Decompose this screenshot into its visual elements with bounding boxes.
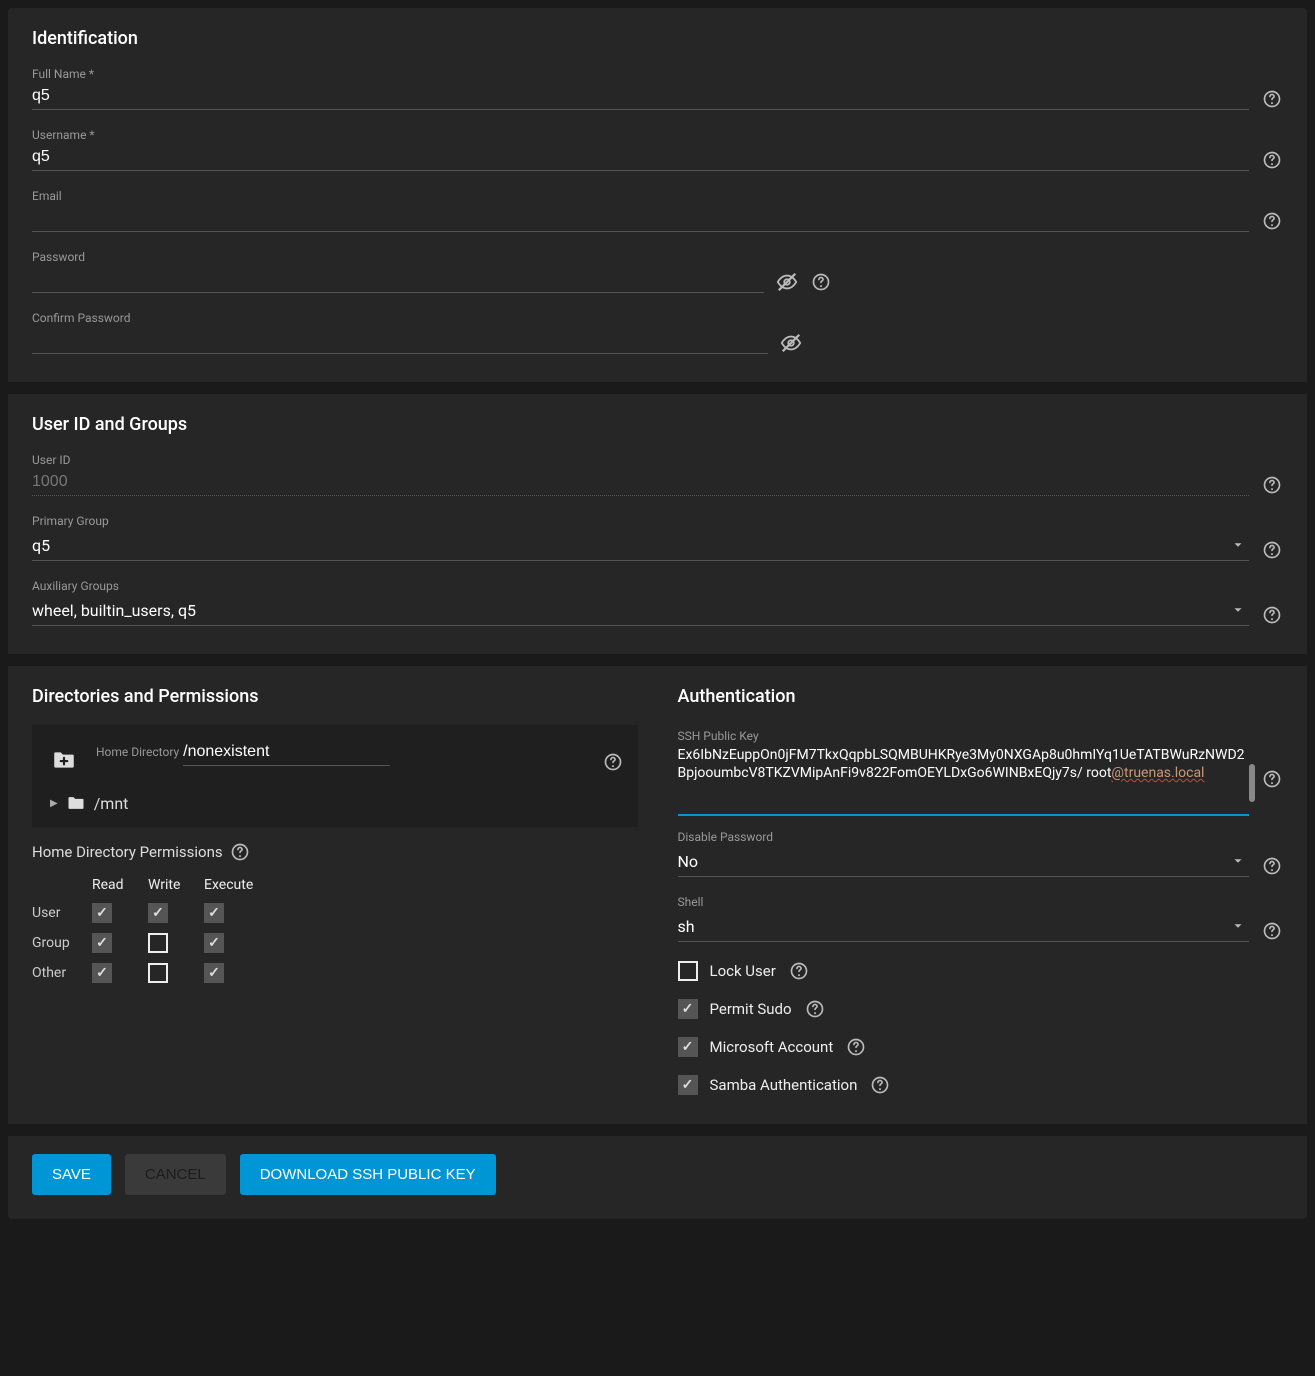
other-write-checkbox[interactable] bbox=[148, 963, 168, 983]
other-execute-checkbox[interactable] bbox=[204, 963, 224, 983]
other-read-checkbox[interactable] bbox=[92, 963, 112, 983]
help-icon[interactable] bbox=[1261, 855, 1283, 877]
aux-groups-select[interactable]: wheel, builtin_users, q5 bbox=[32, 595, 1249, 626]
aux-groups-value: wheel, builtin_users, q5 bbox=[32, 601, 1227, 620]
email-label: Email bbox=[32, 189, 1249, 203]
help-icon[interactable] bbox=[1261, 474, 1283, 496]
identification-title: Identification bbox=[32, 28, 1283, 49]
perm-header-write: Write bbox=[148, 877, 204, 893]
authentication-title: Authentication bbox=[678, 686, 1284, 707]
help-icon[interactable] bbox=[1261, 210, 1283, 232]
user-id-label: User ID bbox=[32, 453, 1249, 467]
samba-auth-checkbox[interactable] bbox=[678, 1075, 698, 1095]
user-id-groups-title: User ID and Groups bbox=[32, 414, 1283, 435]
group-execute-checkbox[interactable] bbox=[204, 933, 224, 953]
user-write-checkbox[interactable] bbox=[148, 903, 168, 923]
confirm-password-label: Confirm Password bbox=[32, 311, 768, 325]
home-directory-box: Home Directory ▶ /mnt bbox=[32, 725, 638, 827]
group-write-checkbox[interactable] bbox=[148, 933, 168, 953]
create-folder-icon[interactable] bbox=[46, 745, 82, 775]
help-icon[interactable] bbox=[1261, 604, 1283, 626]
help-icon[interactable] bbox=[804, 998, 826, 1020]
user-execute-checkbox[interactable] bbox=[204, 903, 224, 923]
home-dir-input[interactable] bbox=[183, 739, 390, 766]
perm-row-other: Other bbox=[32, 965, 92, 981]
cancel-button[interactable]: CANCEL bbox=[125, 1154, 226, 1195]
help-icon[interactable] bbox=[1261, 920, 1283, 942]
primary-group-value: q5 bbox=[32, 536, 1227, 555]
disable-password-select[interactable]: No bbox=[678, 846, 1250, 877]
password-input[interactable] bbox=[32, 266, 764, 293]
lock-user-checkbox[interactable] bbox=[678, 961, 698, 981]
ssh-label: SSH Public Key bbox=[678, 729, 759, 743]
help-icon[interactable] bbox=[1261, 539, 1283, 561]
confirm-password-input[interactable] bbox=[32, 327, 768, 354]
email-input[interactable] bbox=[32, 205, 1249, 232]
shell-label: Shell bbox=[678, 895, 1250, 909]
chevron-down-icon bbox=[1227, 850, 1249, 872]
tree-item-mnt[interactable]: ▶ /mnt bbox=[50, 793, 624, 813]
help-icon[interactable] bbox=[788, 960, 810, 982]
password-label: Password bbox=[32, 250, 764, 264]
user-form-panel: Identification Full Name * Username * Em… bbox=[8, 8, 1307, 1219]
primary-group-label: Primary Group bbox=[32, 514, 1249, 528]
home-dir-permissions-title: Home Directory Permissions bbox=[32, 843, 223, 861]
permit-sudo-checkbox[interactable] bbox=[678, 999, 698, 1019]
download-ssh-key-button[interactable]: DOWNLOAD SSH PUBLIC KEY bbox=[240, 1154, 496, 1195]
shell-select[interactable]: sh bbox=[678, 911, 1250, 942]
help-icon[interactable] bbox=[1261, 88, 1283, 110]
help-icon[interactable] bbox=[869, 1074, 891, 1096]
help-icon[interactable] bbox=[229, 841, 251, 863]
chevron-down-icon bbox=[1227, 599, 1249, 621]
group-read-checkbox[interactable] bbox=[92, 933, 112, 953]
perm-header-execute: Execute bbox=[204, 877, 276, 893]
perm-header-read: Read bbox=[92, 877, 148, 893]
authentication-section: Authentication SSH Public Key Ex6IbNzEup… bbox=[678, 686, 1284, 1096]
perm-row-group: Group bbox=[32, 935, 92, 951]
username-label: Username * bbox=[32, 128, 1249, 142]
username-input[interactable] bbox=[32, 144, 1249, 171]
save-button[interactable]: SAVE bbox=[32, 1154, 111, 1195]
directories-title: Directories and Permissions bbox=[32, 686, 638, 707]
identification-section: Identification Full Name * Username * Em… bbox=[8, 8, 1307, 394]
samba-auth-label: Samba Authentication bbox=[710, 1076, 858, 1094]
aux-groups-label: Auxiliary Groups bbox=[32, 579, 1249, 593]
home-dir-label: Home Directory bbox=[96, 745, 179, 759]
lock-user-label: Lock User bbox=[710, 962, 776, 980]
help-icon[interactable] bbox=[1261, 149, 1283, 171]
help-icon[interactable] bbox=[810, 271, 832, 293]
perm-row-user: User bbox=[32, 905, 92, 921]
user-id-groups-section: User ID and Groups User ID Primary Group… bbox=[8, 394, 1307, 666]
expand-icon: ▶ bbox=[50, 798, 58, 809]
microsoft-account-label: Microsoft Account bbox=[710, 1038, 834, 1056]
user-read-checkbox[interactable] bbox=[92, 903, 112, 923]
chevron-down-icon bbox=[1227, 534, 1249, 556]
primary-group-select[interactable]: q5 bbox=[32, 530, 1249, 561]
microsoft-account-checkbox[interactable] bbox=[678, 1037, 698, 1057]
visibility-off-icon[interactable] bbox=[780, 332, 802, 354]
tree-label: /mnt bbox=[94, 794, 129, 813]
user-id-input bbox=[32, 469, 1249, 496]
ssh-public-key-textarea[interactable]: Ex6IbNzEuppOn0jFM7TkxQqpbLSQMBUHKRye3My0… bbox=[678, 744, 1250, 816]
full-name-input[interactable] bbox=[32, 83, 1249, 110]
shell-value: sh bbox=[678, 917, 1228, 936]
permit-sudo-label: Permit Sudo bbox=[710, 1000, 792, 1018]
full-name-label: Full Name * bbox=[32, 67, 1249, 81]
help-icon[interactable] bbox=[845, 1036, 867, 1058]
visibility-off-icon[interactable] bbox=[776, 271, 798, 293]
help-icon[interactable] bbox=[602, 751, 624, 773]
directories-permissions-section: Directories and Permissions Home Directo… bbox=[32, 686, 638, 1096]
disable-password-value: No bbox=[678, 852, 1228, 871]
form-footer: SAVE CANCEL DOWNLOAD SSH PUBLIC KEY bbox=[8, 1136, 1307, 1219]
folder-icon bbox=[66, 793, 86, 813]
help-icon[interactable] bbox=[1261, 768, 1283, 790]
scrollbar[interactable] bbox=[1249, 764, 1255, 802]
permissions-table: Read Write Execute User Group Other bbox=[32, 877, 638, 983]
disable-password-label: Disable Password bbox=[678, 830, 1250, 844]
chevron-down-icon bbox=[1227, 915, 1249, 937]
